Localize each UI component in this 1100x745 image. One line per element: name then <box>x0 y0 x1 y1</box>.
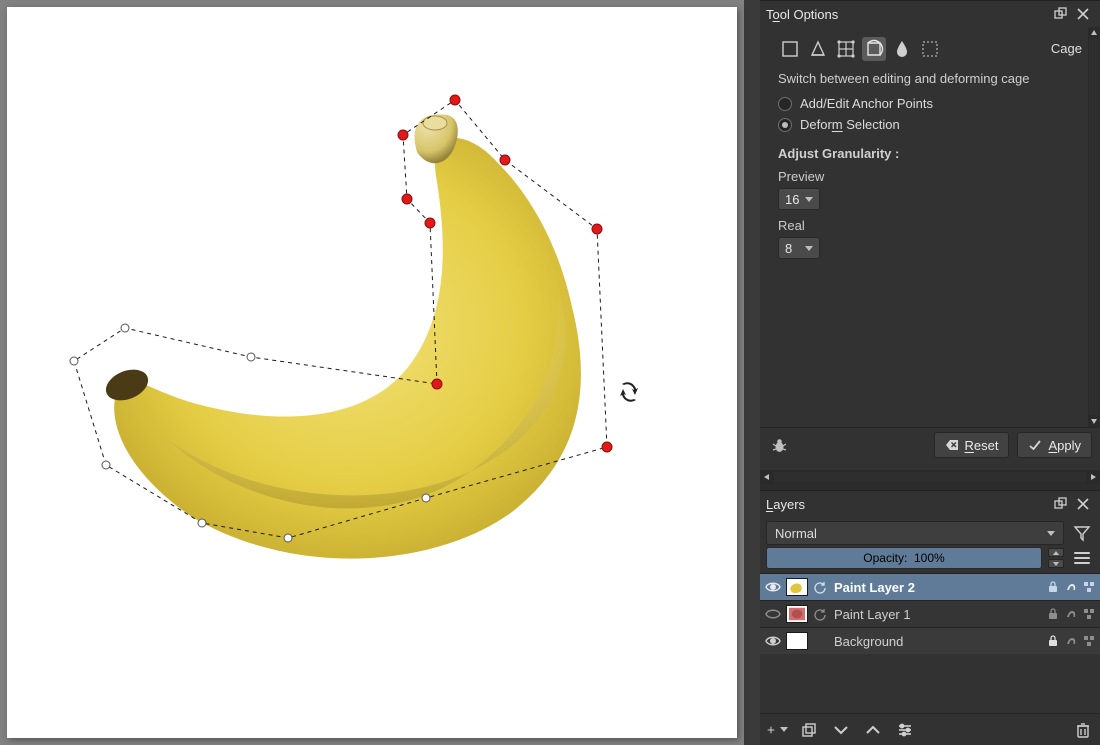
real-value: 8 <box>785 241 792 256</box>
banana-stem-cut <box>423 116 447 130</box>
add-layer-button[interactable] <box>766 719 788 741</box>
v-scrollbar[interactable] <box>1088 27 1100 427</box>
radio-deform[interactable]: Deform Selection <box>778 117 1076 132</box>
caret-down-icon <box>805 246 813 251</box>
layer-thumbnail <box>786 632 808 650</box>
move-layer-up-icon[interactable] <box>862 719 884 741</box>
canvas-area <box>0 0 744 745</box>
close-icon[interactable] <box>1072 4 1094 24</box>
perspective-icon[interactable] <box>806 37 830 61</box>
apply-button[interactable]: Apply <box>1017 432 1092 458</box>
inherit-alpha-icon[interactable] <box>1081 634 1096 649</box>
lock-icon[interactable] <box>1045 607 1060 622</box>
busy-cursor-icon <box>620 382 638 401</box>
preview-value: 16 <box>785 192 799 207</box>
spin-down-icon[interactable] <box>1048 559 1064 568</box>
liquify-icon[interactable] <box>890 37 914 61</box>
preview-label: Preview <box>778 169 1076 184</box>
transform-type-row <box>778 37 1076 61</box>
alpha-icon[interactable] <box>1063 634 1078 649</box>
canvas-content <box>7 7 737 738</box>
lock-icon[interactable] <box>1045 580 1060 595</box>
refresh-icon[interactable] <box>812 607 826 621</box>
layers-panel: Layers Normal <box>760 490 1100 745</box>
caret-down-icon <box>805 197 813 202</box>
visibility-toggle-icon[interactable] <box>764 632 782 650</box>
alpha-icon[interactable] <box>1063 607 1078 622</box>
lock-icon[interactable] <box>1045 634 1060 649</box>
duplicate-layer-icon[interactable] <box>798 719 820 741</box>
layer-thumbnail <box>786 578 808 596</box>
inherit-alpha-icon[interactable] <box>1081 580 1096 595</box>
preview-combo[interactable]: 16 <box>778 188 820 210</box>
reset-label: Reset <box>965 438 999 453</box>
visibility-toggle-icon[interactable] <box>764 605 782 623</box>
radio-add-edit[interactable]: Add/Edit Anchor Points <box>778 96 1076 111</box>
refresh-icon[interactable] <box>812 580 826 594</box>
opacity-slider[interactable]: Opacity: 100% <box>766 547 1042 569</box>
apply-label: Apply <box>1048 438 1081 453</box>
tool-name-label: Cage <box>1051 41 1082 56</box>
caret-down-icon <box>1047 531 1055 536</box>
layer-name[interactable]: Background <box>830 634 1041 649</box>
layers-title: Layers <box>766 497 1050 512</box>
cage-hint: Switch between editing and deforming cag… <box>778 71 1076 86</box>
layer-row[interactable]: Background <box>760 627 1100 654</box>
bug-icon[interactable] <box>766 432 792 458</box>
radio-add-edit-label: Add/Edit Anchor Points <box>800 96 933 111</box>
spin-up-icon[interactable] <box>1048 548 1064 557</box>
radio-deform-label: Deform Selection <box>800 117 900 132</box>
granularity-title: Adjust Granularity : <box>778 146 1076 161</box>
alpha-icon[interactable] <box>1063 580 1078 595</box>
layer-properties-icon[interactable] <box>894 719 916 741</box>
radio-unchecked-icon <box>778 97 792 111</box>
layers-titlebar[interactable]: Layers <box>760 491 1100 517</box>
tool-options-panel: Tool Options Cage <box>760 0 1100 484</box>
real-label: Real <box>778 218 1076 233</box>
check-icon <box>1028 438 1042 452</box>
detach-icon[interactable] <box>1050 4 1072 24</box>
layers-footer <box>760 713 1100 745</box>
layer-thumbnail <box>786 605 808 623</box>
inherit-alpha-icon[interactable] <box>1081 607 1096 622</box>
panel-divider[interactable] <box>744 0 760 745</box>
tool-options-title: Tool Options <box>766 7 1050 22</box>
scroll-up-icon[interactable] <box>1090 27 1098 39</box>
visibility-toggle-icon[interactable] <box>764 578 782 596</box>
layer-list: Paint Layer 2 <box>760 573 1100 713</box>
radio-checked-icon <box>778 118 792 132</box>
caret-down-icon <box>780 727 788 732</box>
cage-icon[interactable] <box>862 37 886 61</box>
reset-button[interactable]: Reset <box>934 432 1010 458</box>
tool-options-titlebar[interactable]: Tool Options <box>760 1 1100 27</box>
free-transform-icon[interactable] <box>778 37 802 61</box>
canvas[interactable] <box>7 7 737 738</box>
mesh-icon[interactable] <box>918 37 942 61</box>
real-combo[interactable]: 8 <box>778 237 820 259</box>
hamburger-menu-icon[interactable] <box>1070 547 1094 569</box>
opacity-label: Opacity: 100% <box>863 551 944 565</box>
opacity-spin[interactable] <box>1048 548 1064 568</box>
layer-name[interactable]: Paint Layer 2 <box>830 580 1041 595</box>
h-scrollbar[interactable] <box>760 470 1100 484</box>
warp-icon[interactable] <box>834 37 858 61</box>
scroll-left-icon[interactable] <box>760 470 774 484</box>
move-layer-down-icon[interactable] <box>830 719 852 741</box>
layer-row[interactable]: Paint Layer 2 <box>760 573 1100 600</box>
backspace-icon <box>945 438 959 452</box>
scroll-down-icon[interactable] <box>1090 415 1098 427</box>
layer-name[interactable]: Paint Layer 1 <box>830 607 1041 622</box>
close-icon[interactable] <box>1072 494 1094 514</box>
detach-icon[interactable] <box>1050 494 1072 514</box>
blend-mode-value: Normal <box>775 526 817 541</box>
delete-layer-icon[interactable] <box>1072 719 1094 741</box>
scroll-right-icon[interactable] <box>1086 470 1100 484</box>
layer-row[interactable]: Paint Layer 1 <box>760 600 1100 627</box>
filter-icon[interactable] <box>1070 521 1094 545</box>
blend-mode-select[interactable]: Normal <box>766 521 1064 545</box>
tool-options-button-bar: Reset Apply <box>760 427 1100 470</box>
